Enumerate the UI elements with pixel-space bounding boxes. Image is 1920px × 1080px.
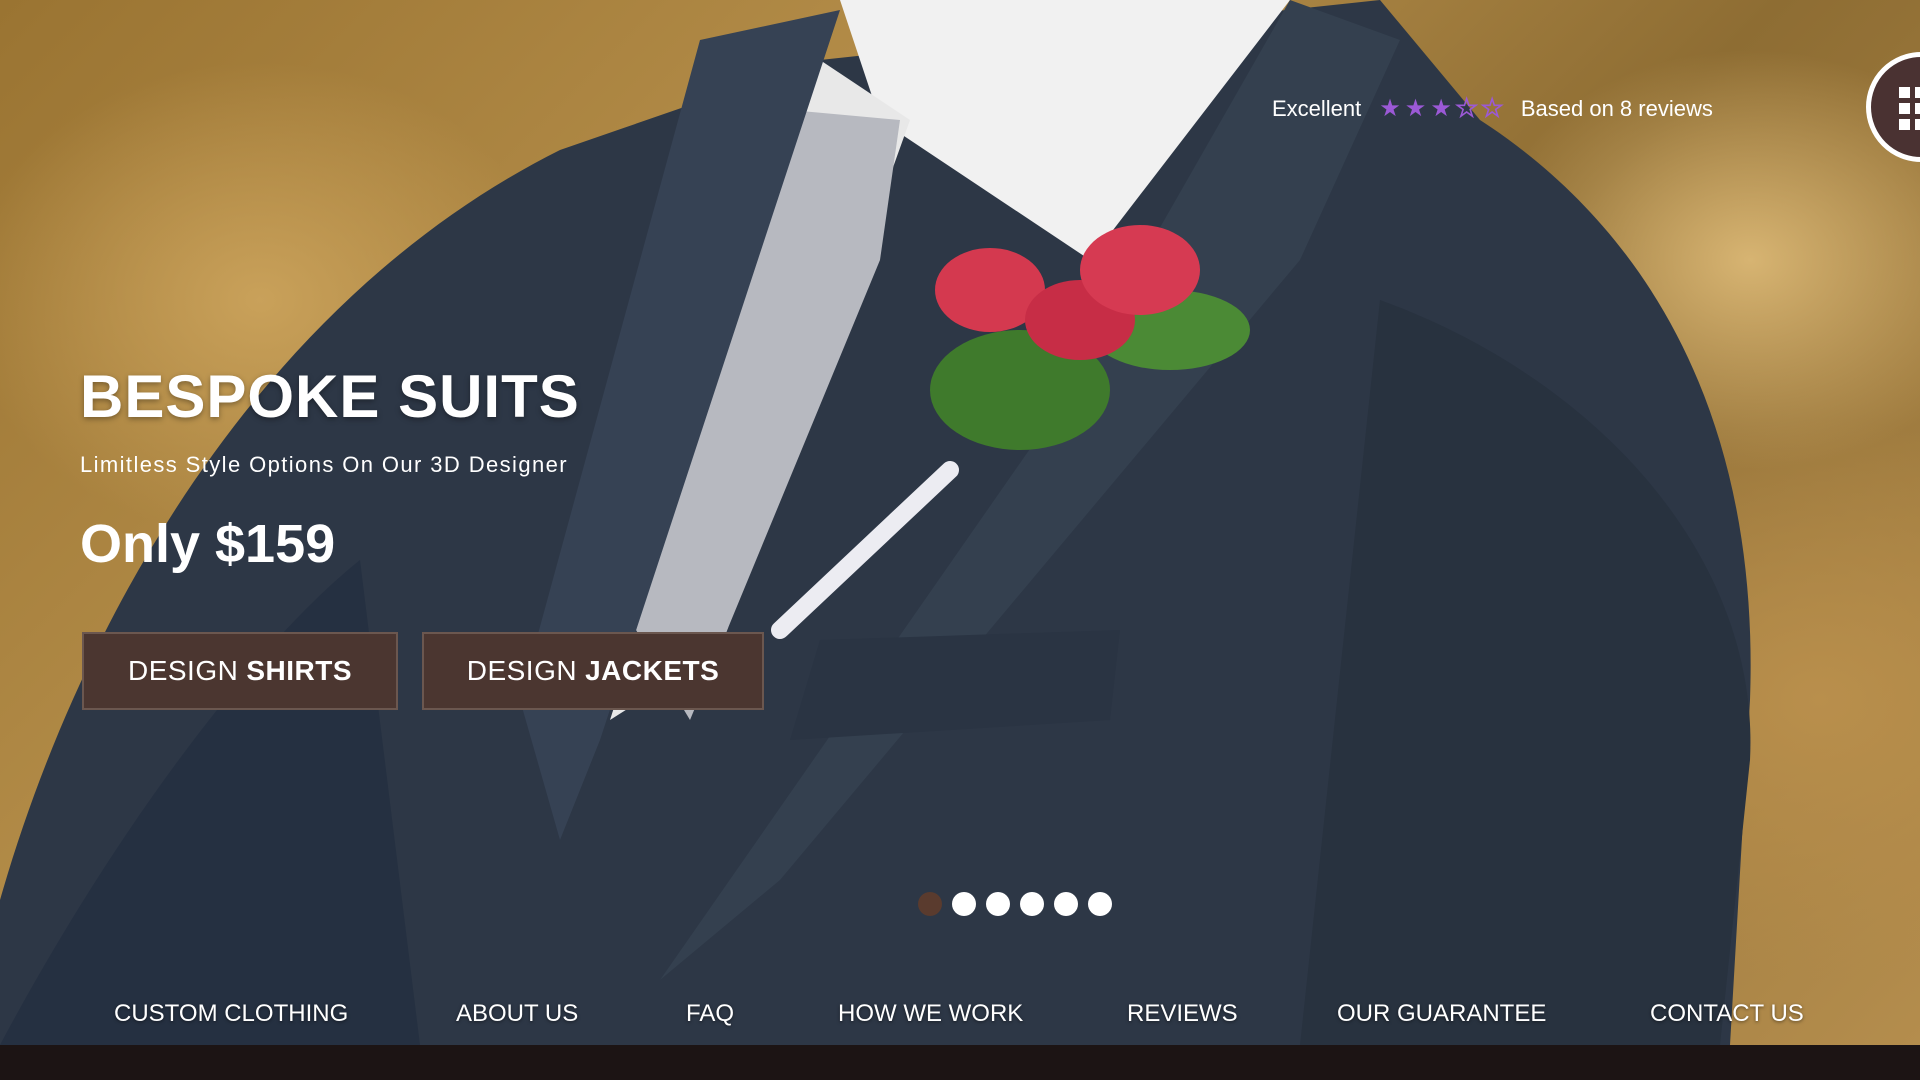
- button-keyword: JACKETS: [585, 655, 720, 686]
- carousel-dot-6[interactable]: [1088, 892, 1112, 916]
- bottom-bar: [0, 1045, 1920, 1080]
- star-icon-filled: ★: [1430, 95, 1452, 122]
- rating-bar: Excellent ★ ★ ★ ★ ★ Based on 8 reviews: [1272, 96, 1713, 122]
- hero-price: Only $159: [80, 514, 336, 574]
- main-nav: CUSTOM CLOTHING ABOUT US FAQ HOW WE WORK…: [0, 1000, 1920, 1032]
- nav-reviews[interactable]: REVIEWS: [1127, 1000, 1238, 1028]
- button-prefix: DESIGN: [466, 655, 578, 686]
- star-icon-filled: ★: [1379, 95, 1401, 122]
- star-icon-filled: ★: [1404, 95, 1427, 122]
- nav-custom-clothing[interactable]: CUSTOM CLOTHING: [114, 1000, 348, 1028]
- star-icon-empty: ★: [1481, 95, 1504, 122]
- hero-subtitle: Limitless Style Options On Our 3D Design…: [80, 452, 568, 477]
- rating-label: Excellent: [1272, 96, 1362, 121]
- grid-menu-icon: [1899, 87, 1920, 130]
- nav-how-we-work[interactable]: HOW WE WORK: [838, 1000, 1023, 1028]
- nav-contact-us[interactable]: CONTACT US: [1650, 1000, 1804, 1028]
- carousel-dot-1[interactable]: [918, 892, 942, 916]
- carousel-dot-2[interactable]: [952, 892, 976, 916]
- rating-stars: ★ ★ ★ ★ ★: [1379, 95, 1504, 122]
- carousel-dot-3[interactable]: [986, 892, 1010, 916]
- button-keyword: SHIRTS: [246, 655, 353, 686]
- rating-summary[interactable]: Based on 8 reviews: [1521, 96, 1713, 122]
- nav-faq[interactable]: FAQ: [686, 1000, 734, 1028]
- design-jackets-button[interactable]: DESIGN JACKETS: [422, 632, 764, 710]
- nav-about-us[interactable]: ABOUT US: [456, 1000, 578, 1028]
- design-shirts-button[interactable]: DESIGN SHIRTS: [82, 632, 398, 710]
- carousel-dot-5[interactable]: [1054, 892, 1078, 916]
- carousel-dot-4[interactable]: [1020, 892, 1044, 916]
- nav-our-guarantee[interactable]: OUR GUARANTEE: [1337, 1000, 1546, 1028]
- button-prefix: DESIGN: [127, 655, 239, 686]
- star-icon-empty: ★: [1455, 95, 1478, 122]
- carousel-dots: [918, 892, 1112, 916]
- hero-title: BESPOKE SUITS: [80, 363, 580, 430]
